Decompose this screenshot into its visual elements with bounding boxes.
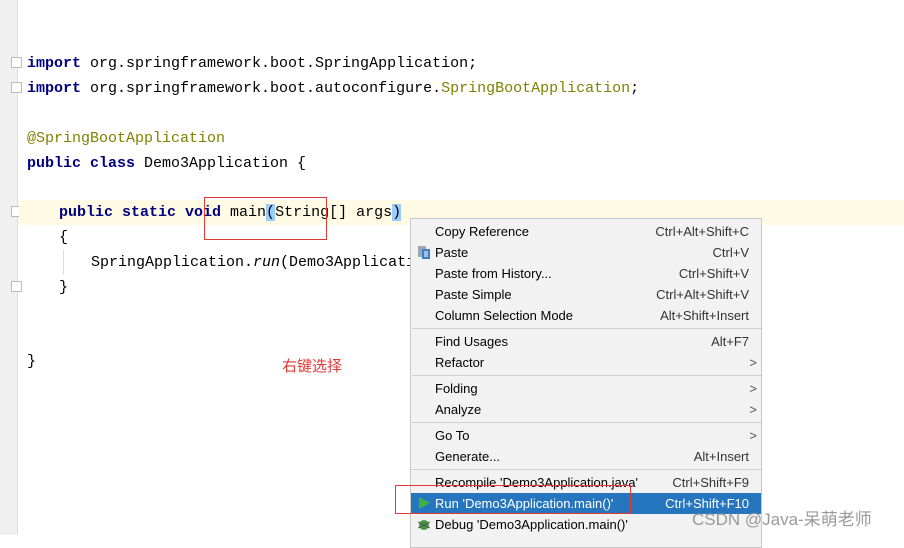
- menu-item-label: Find Usages: [435, 334, 508, 349]
- code-line[interactable]: }: [59, 275, 68, 300]
- editor-gutter: [0, 0, 18, 535]
- menu-item-paste-simple[interactable]: Paste Simple Ctrl+Alt+Shift+V: [411, 284, 761, 305]
- code-line[interactable]: import org.springframework.boot.SpringAp…: [27, 51, 477, 76]
- menu-item-shortcut: Ctrl+Alt+Shift+V: [656, 287, 749, 302]
- code-text: SpringBootApplication: [441, 80, 631, 97]
- menu-item-analyze[interactable]: Analyze >: [411, 399, 761, 420]
- keyword: import: [27, 80, 82, 97]
- clipboard-icon: [418, 246, 430, 259]
- keyword: import: [27, 55, 82, 72]
- menu-separator: [412, 328, 761, 329]
- menu-item-column-selection-mode[interactable]: Column Selection Mode Alt+Shift+Insert: [411, 305, 761, 326]
- menu-item-label: Folding: [435, 381, 478, 396]
- menu-separator: [412, 375, 761, 376]
- annotation-note: 右键选择: [282, 358, 343, 375]
- annotation-box-run: [395, 485, 631, 514]
- chevron-right-icon: >: [749, 355, 757, 370]
- code-line[interactable]: import org.springframework.boot.autoconf…: [27, 76, 639, 101]
- code-line[interactable]: }: [27, 349, 36, 374]
- menu-item-label: Column Selection Mode: [435, 308, 574, 323]
- menu-item-folding[interactable]: Folding >: [411, 378, 761, 399]
- fold-icon[interactable]: [11, 82, 22, 93]
- menu-item-shortcut: Ctrl+V: [712, 245, 749, 260]
- menu-item-refactor[interactable]: Refactor >: [411, 352, 761, 373]
- menu-item-find-usages[interactable]: Find Usages Alt+F7: [411, 331, 761, 352]
- menu-item-shortcut: Alt+F7: [711, 334, 749, 349]
- menu-item-paste-from-history[interactable]: Paste from History... Ctrl+Shift+V: [411, 263, 761, 284]
- code-text: ;: [630, 80, 640, 97]
- menu-item-label: Paste: [435, 245, 469, 260]
- fold-icon[interactable]: [11, 57, 22, 68]
- menu-item-label: Debug 'Demo3Application.main()': [435, 517, 628, 532]
- watermark: CSDN @Java-呆萌老师: [692, 510, 872, 529]
- code-text: org.springframework.boot.SpringApplicati…: [81, 55, 478, 72]
- menu-item-shortcut: Alt+Insert: [693, 449, 749, 464]
- menu-item-generate[interactable]: Generate... Alt+Insert: [411, 446, 761, 467]
- menu-item-label: Paste Simple: [435, 287, 512, 302]
- code-text: SpringApplication.: [91, 254, 254, 271]
- chevron-right-icon: >: [749, 428, 757, 443]
- menu-item-label: Analyze: [435, 402, 482, 417]
- menu-item-go-to[interactable]: Go To >: [411, 425, 761, 446]
- code-text: org.springframework.boot.autoconfigure.: [81, 80, 442, 97]
- keyword: public class: [27, 155, 136, 172]
- menu-item-label: Copy Reference: [435, 224, 529, 239]
- code-line[interactable]: {: [59, 225, 68, 250]
- code-line[interactable]: public class Demo3Application {: [27, 151, 306, 176]
- menu-separator: [412, 422, 761, 423]
- keyword: public static void: [59, 204, 222, 221]
- menu-item-shortcut: Ctrl+Alt+Shift+C: [655, 224, 749, 239]
- code-text: run: [253, 254, 281, 271]
- menu-item-shortcut: Ctrl+Shift+V: [678, 266, 749, 281]
- menu-item-shortcut: Alt+Shift+Insert: [660, 308, 749, 323]
- menu-item-copy-reference[interactable]: Copy Reference Ctrl+Alt+Shift+C: [411, 221, 761, 242]
- code-line[interactable]: SpringApplication.run(Demo3Application.c: [91, 250, 451, 275]
- chevron-right-icon: >: [749, 402, 757, 417]
- menu-item-label: Refactor: [435, 355, 485, 370]
- menu-item-label: Go To: [435, 428, 470, 443]
- code-text: Demo3Application {: [135, 155, 307, 172]
- menu-separator: [412, 469, 761, 470]
- fold-icon[interactable]: [11, 281, 22, 292]
- menu-item-label: Generate...: [435, 449, 501, 464]
- debug-icon: [417, 520, 431, 530]
- code-line[interactable]: @SpringBootApplication: [27, 126, 225, 151]
- menu-item-label: Paste from History...: [435, 266, 552, 281]
- chevron-right-icon: >: [749, 381, 757, 396]
- annotation-box-main: [204, 197, 327, 240]
- menu-item-paste[interactable]: Paste Ctrl+V: [411, 242, 761, 263]
- brace-match: ): [392, 204, 402, 221]
- menu-item-shortcut: Ctrl+Shift+F9: [672, 475, 749, 490]
- indent-guide: [63, 250, 64, 275]
